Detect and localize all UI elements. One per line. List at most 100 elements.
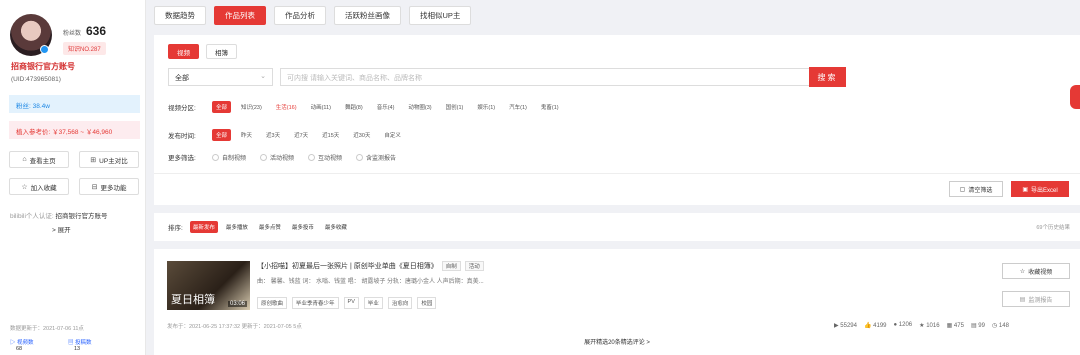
zone-chip[interactable]: 动画(11): [307, 101, 335, 113]
topic-tag[interactable]: 毕业季青春少年: [292, 297, 339, 309]
radio-label: 活动视频: [270, 155, 295, 162]
fav-stat: ★ 1016: [919, 322, 939, 329]
tab-analysis[interactable]: 作品分析: [274, 6, 326, 25]
clear-filter-button[interactable]: ▢ 清空筛选: [949, 181, 1003, 197]
compare-icon: ⊞: [90, 156, 97, 164]
view-home-label: 查看主页: [29, 157, 56, 165]
star-icon: ☆: [21, 183, 28, 191]
sort-option[interactable]: 最多收藏: [322, 221, 350, 233]
video-card: 夏日相簿 03:06 【小招喵】初夏最后一张照片 | 原创毕业单曲《夏日相簿》自…: [154, 249, 1080, 355]
duration: 03:06: [227, 301, 247, 307]
zone-chip[interactable]: 舞蹈(8): [341, 101, 367, 113]
verified-icon: [40, 45, 49, 54]
radio-label: 互动视频: [318, 155, 343, 162]
collect-video-button[interactable]: ☆ 收藏视频: [1002, 263, 1070, 279]
export-excel-button[interactable]: ▣ 导出Excel: [1011, 181, 1069, 197]
video-icon: ▷: [10, 340, 16, 346]
more-filter-label: 更多筛选:: [168, 155, 196, 162]
topic-tag[interactable]: 毕业: [363, 297, 383, 309]
coin-stat: ● 1206: [894, 322, 913, 329]
more-filter-row: 更多筛选: 自制视频 活动视频 互动视频 含监测报告: [168, 152, 404, 162]
fans-box: 粉丝: 38.4w: [9, 95, 140, 113]
certification: bilibili个人认证: 招商银行官方账号: [10, 210, 140, 220]
more-functions-label: 更多功能: [100, 184, 127, 192]
zone-chip[interactable]: 汽车(1): [505, 101, 531, 113]
search-button[interactable]: 搜索: [809, 67, 846, 87]
sort-option[interactable]: 最多投币: [289, 221, 317, 233]
zone-chip[interactable]: 全部: [212, 101, 232, 113]
mini-stat-posts: ▤ 投稿数 13: [68, 338, 92, 352]
time-chip[interactable]: 自定义: [380, 129, 405, 141]
search-input[interactable]: 可内搜 请输入关键词、商品名称、品牌名称: [280, 68, 810, 86]
topic-tag[interactable]: 原创歌曲: [257, 297, 288, 309]
self-made-radio[interactable]: 自制视频: [212, 153, 246, 162]
zone-chip[interactable]: 国创(1): [442, 101, 468, 113]
account-name[interactable]: 招商银行官方账号: [11, 61, 75, 72]
sort-option[interactable]: 最新发布: [189, 221, 218, 233]
monitor-report-button[interactable]: ▤ 监测报告: [1002, 291, 1070, 307]
report-icon: ▤: [1019, 296, 1026, 303]
mini-stat-value: 13: [74, 346, 81, 352]
zone-chip[interactable]: 鬼畜(1): [537, 101, 563, 113]
thumbs-up-icon: 👍: [863, 323, 872, 329]
share-icon: ◷: [991, 323, 998, 329]
history-count: 69个历史结果: [1036, 225, 1070, 231]
time-chip[interactable]: 近3天: [262, 129, 284, 141]
zone-chip[interactable]: 生活(16): [272, 101, 301, 113]
time-label: 发布时间:: [168, 133, 196, 140]
income-box: 植入参考价: ￥37,568 ~ ￥46,960: [9, 121, 140, 139]
doc-icon: ▤: [68, 340, 74, 346]
collect-up-label: 加入收藏: [30, 184, 57, 192]
zone-chip[interactable]: 音乐(4): [373, 101, 399, 113]
expand-link[interactable]: > 展开: [52, 224, 71, 234]
radio-label: 含监测报告: [366, 155, 397, 162]
comment-stat: ▤ 99: [971, 322, 985, 329]
subtab-video[interactable]: 视频: [168, 44, 199, 59]
time-chip[interactable]: 近30天: [349, 129, 374, 141]
activity-radio[interactable]: 活动视频: [260, 153, 294, 162]
time-chip[interactable]: 近7天: [290, 129, 312, 141]
time-chip[interactable]: 近15天: [318, 129, 343, 141]
radio-label: 自制视频: [222, 155, 247, 162]
mini-stat-value: 68: [16, 346, 23, 352]
sort-option[interactable]: 最多播放: [223, 221, 251, 233]
time-filter-row: 发布时间: 全部 昨天 近3天 近7天 近15天 近30天 自定义: [168, 129, 405, 141]
tab-trend[interactable]: 数据趋势: [154, 6, 206, 25]
zone-chip[interactable]: 知识(23): [237, 101, 266, 113]
interactive-radio[interactable]: 互动视频: [308, 153, 342, 162]
cert-label: bilibili个人认证:: [10, 213, 56, 220]
expand-comments-link[interactable]: 展开精选20条精选评论 >: [154, 337, 1080, 346]
report-radio[interactable]: 含监测报告: [356, 153, 396, 162]
category-select[interactable]: 全部 ⌄: [168, 68, 273, 86]
video-tag: 活动: [464, 261, 484, 271]
more-functions-button[interactable]: ⊟ 更多功能: [79, 178, 139, 195]
view-home-button[interactable]: ⌂ 查看主页: [9, 151, 69, 168]
stat-value: 4199: [873, 323, 887, 329]
zone-chip[interactable]: 动物圈(3): [404, 101, 435, 113]
tab-fans[interactable]: 活跃粉丝画像: [334, 6, 401, 25]
topic-tag[interactable]: 治愈向: [387, 297, 413, 309]
category-select-value: 全部: [175, 75, 189, 82]
topic-tag[interactable]: 校园: [417, 297, 437, 309]
excel-icon: ▣: [1022, 186, 1028, 193]
zone-chip[interactable]: 娱乐(1): [473, 101, 499, 113]
share-stat: ◷ 148: [992, 322, 1009, 329]
stat-value: 148: [998, 323, 1009, 329]
floating-widget-icon[interactable]: [1070, 85, 1080, 109]
sort-bar: 排序: 最新发布 最多播放 最多点赞 最多投币 最多收藏 69个历史结果: [154, 213, 1080, 241]
video-title[interactable]: 【小招喵】初夏最后一张照片 | 原创毕业单曲《夏日相簿》 自制 活动: [257, 261, 484, 271]
video-title-text: 【小招喵】初夏最后一张照片 | 原创毕业单曲《夏日相簿》: [257, 263, 438, 270]
export-label: 导出Excel: [1030, 187, 1058, 194]
topic-tag[interactable]: PV: [343, 297, 359, 309]
collect-up-button[interactable]: ☆ 加入收藏: [9, 178, 69, 195]
time-chip[interactable]: 全部: [212, 129, 232, 141]
tab-works[interactable]: 作品列表: [214, 6, 266, 25]
sort-option[interactable]: 最多点赞: [256, 221, 284, 233]
video-thumbnail[interactable]: 夏日相簿 03:06: [167, 261, 250, 310]
fans-label: 粉丝数: [63, 31, 82, 37]
tab-similar[interactable]: 找相似UP主: [409, 6, 472, 25]
subtab-album[interactable]: 相簿: [206, 44, 237, 59]
time-chip[interactable]: 昨天: [237, 129, 256, 141]
compare-button[interactable]: ⊞ UP主对比: [79, 151, 139, 168]
chevron-down-icon: ⌄: [260, 73, 266, 80]
